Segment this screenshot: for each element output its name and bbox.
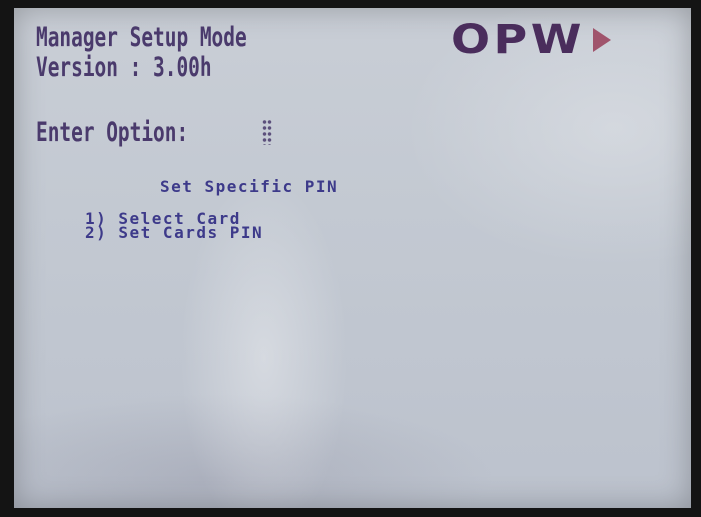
mode-title: Manager Setup Mode <box>36 22 247 53</box>
logo-text: OPW <box>451 17 585 63</box>
opw-logo: OPW <box>451 17 612 63</box>
option-prompt-label: Enter Option: <box>36 117 200 148</box>
arrow-right-icon <box>593 28 612 52</box>
lcd-screen: Manager Setup Mode Version : 3.00h OPW E… <box>14 8 691 508</box>
menu-option-set-cards-pin[interactable]: 2) Set Cards PIN <box>85 225 263 241</box>
option-input-cursor[interactable] <box>262 119 272 145</box>
submenu-title: Set Specific PIN <box>160 177 339 196</box>
version-label: Version : 3.00h <box>36 52 212 83</box>
display-bezel: Manager Setup Mode Version : 3.00h OPW E… <box>0 0 701 517</box>
